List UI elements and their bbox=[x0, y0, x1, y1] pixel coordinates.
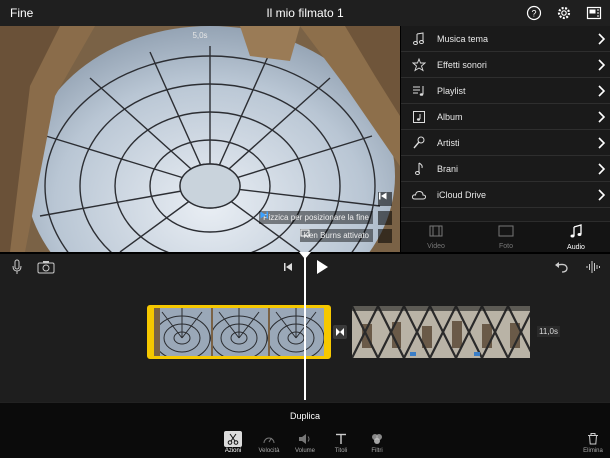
chevron-right-icon bbox=[591, 32, 610, 45]
music-note-icon bbox=[401, 162, 437, 176]
tab-video[interactable]: Video bbox=[401, 222, 471, 252]
timeline-clip[interactable] bbox=[352, 306, 530, 358]
browser-item-label: Brani bbox=[437, 163, 459, 174]
browser-item-album[interactable]: Album bbox=[401, 104, 610, 130]
microphone-icon bbox=[401, 136, 437, 150]
browser-item-playlist[interactable]: Playlist bbox=[401, 78, 610, 104]
set-end-button[interactable] bbox=[260, 210, 392, 225]
tool-actions[interactable]: Azioni bbox=[216, 431, 250, 454]
media-tabs: Video Foto Audio bbox=[401, 221, 610, 252]
camera-icon[interactable] bbox=[36, 258, 56, 276]
tool-label: Filtri bbox=[371, 448, 383, 454]
tab-label: Audio bbox=[567, 243, 585, 251]
set-start-button[interactable] bbox=[378, 191, 392, 206]
media-browser: Musica tema Effetti sonori Playlist Albu… bbox=[400, 26, 610, 252]
kenburns-label: Ken Burns attivato bbox=[299, 229, 373, 242]
tool-filters[interactable]: Filtri bbox=[360, 431, 394, 454]
pinch-hint-label: Pizzica per posizionare la fine bbox=[259, 211, 373, 224]
chevron-right-icon bbox=[591, 162, 610, 175]
browser-item-sound-effects[interactable]: Effetti sonori bbox=[401, 52, 610, 78]
skip-to-start-icon[interactable] bbox=[280, 258, 296, 276]
kenburns-start-row bbox=[378, 191, 392, 206]
browser-item-label: Artisti bbox=[437, 137, 460, 148]
transition-button[interactable] bbox=[333, 325, 347, 339]
clip-thumbnail bbox=[154, 308, 324, 356]
microphone-icon[interactable] bbox=[8, 258, 26, 276]
tab-audio[interactable]: Audio bbox=[541, 222, 610, 252]
tool-label: Azioni bbox=[224, 448, 242, 454]
gear-icon[interactable] bbox=[556, 5, 572, 21]
top-bar: Fine Il mio filmato 1 ? bbox=[0, 0, 610, 26]
tool-label: Volume bbox=[294, 448, 315, 454]
undo-icon[interactable] bbox=[553, 258, 571, 276]
cloud-icon bbox=[401, 189, 437, 201]
browser-item-label: iCloud Drive bbox=[437, 189, 487, 200]
help-icon[interactable]: ? bbox=[526, 5, 542, 21]
browser-item-artists[interactable]: Artisti bbox=[401, 130, 610, 156]
filters-icon bbox=[368, 431, 386, 447]
video-preview[interactable]: 5,0s Pizzica per posizionare la fine Ken… bbox=[0, 26, 400, 252]
duplicate-action-label[interactable]: Duplica bbox=[0, 411, 610, 421]
browser-item-label: Musica tema bbox=[437, 33, 489, 44]
scissors-icon bbox=[224, 431, 242, 447]
browser-item-songs[interactable]: Brani bbox=[401, 156, 610, 182]
playlist-icon bbox=[401, 84, 437, 98]
speedometer-icon bbox=[260, 431, 278, 447]
kenburns-toggle-row: Ken Burns attivato bbox=[299, 228, 392, 243]
tool-volume[interactable]: Volume bbox=[288, 431, 322, 454]
play-icon[interactable] bbox=[313, 258, 331, 276]
album-icon bbox=[401, 110, 437, 124]
speaker-icon bbox=[296, 431, 314, 447]
sound-effects-icon bbox=[401, 57, 437, 72]
browser-item-icloud[interactable]: iCloud Drive bbox=[401, 182, 610, 208]
music-note-icon bbox=[401, 31, 437, 46]
timecode-label: 5,0s bbox=[192, 31, 208, 40]
tool-speed[interactable]: Velocità bbox=[252, 431, 286, 454]
tool-label: Velocità bbox=[258, 448, 280, 454]
film-icon bbox=[429, 224, 443, 242]
tab-label: Foto bbox=[498, 243, 513, 250]
music-note-icon bbox=[569, 223, 583, 243]
photo-icon bbox=[498, 224, 514, 242]
bottom-toolbar: Duplica Azioni Velocità Volume Titoli Fi… bbox=[0, 402, 610, 458]
svg-text:?: ? bbox=[531, 9, 536, 19]
chevron-right-icon bbox=[591, 84, 610, 97]
tool-label: Titoli bbox=[334, 448, 348, 454]
delete-button[interactable]: Elimina bbox=[576, 431, 610, 454]
chevron-right-icon bbox=[591, 110, 610, 123]
chevron-right-icon bbox=[591, 58, 610, 71]
trash-icon bbox=[584, 431, 602, 447]
kenburns-toggle-button[interactable] bbox=[300, 228, 392, 243]
delete-label: Elimina bbox=[583, 448, 603, 454]
tab-label: Video bbox=[427, 243, 445, 250]
tool-titles[interactable]: Titoli bbox=[324, 431, 358, 454]
browser-item-label: Playlist bbox=[437, 85, 466, 96]
chevron-right-icon bbox=[591, 188, 610, 201]
kenburns-end-row: Pizzica per posizionare la fine bbox=[259, 210, 392, 225]
text-icon bbox=[332, 431, 350, 447]
clip-thumbnail bbox=[352, 306, 530, 358]
project-settings-icon[interactable] bbox=[586, 5, 602, 21]
playhead-marker-icon bbox=[299, 252, 311, 259]
playhead[interactable] bbox=[304, 252, 306, 400]
audio-waveform-icon[interactable] bbox=[584, 258, 602, 276]
clip-duration-label: 11,0s bbox=[537, 326, 560, 337]
browser-item-label: Effetti sonori bbox=[437, 59, 487, 70]
chevron-right-icon bbox=[591, 136, 610, 149]
tab-photo[interactable]: Foto bbox=[471, 222, 541, 252]
project-title: Il mio filmato 1 bbox=[266, 6, 344, 20]
browser-item-theme-music[interactable]: Musica tema bbox=[401, 26, 610, 52]
browser-item-label: Album bbox=[437, 111, 463, 122]
